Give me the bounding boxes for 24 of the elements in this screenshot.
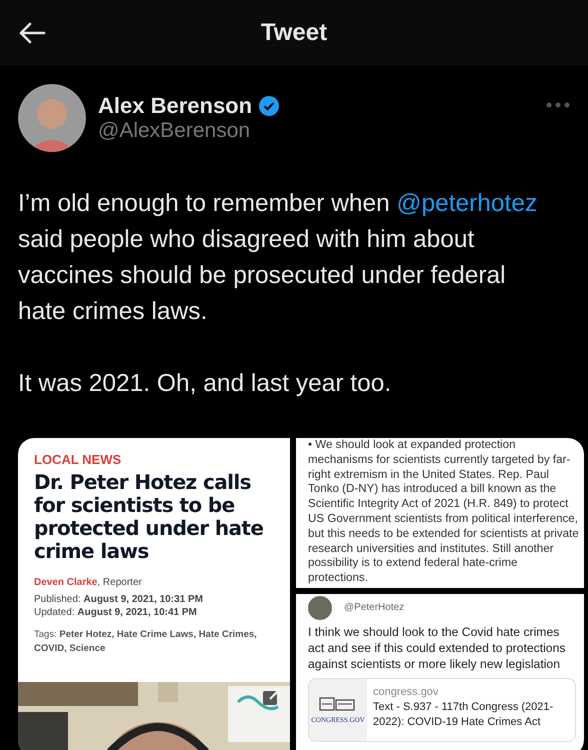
avatar [308, 596, 332, 620]
section-label: LOCAL NEWS [34, 452, 122, 467]
tweet-text: It was 2021. Oh, and last year too. [18, 369, 392, 399]
article-screenshot[interactable] [18, 438, 290, 750]
published-date: Published: August 9, 2021, 10:31 PM [34, 594, 204, 605]
quoted-handle: @PeterHotez [344, 602, 404, 614]
byline: Deven Clarke, Reporter [34, 577, 143, 588]
avatar[interactable] [18, 84, 86, 152]
document-text: • We should look at expanded protection mechanisms for scientists currently targeted by far-right extremism in the United States. Rep. Paul Tonko (D-NY) has introduced a bill known as the Scientific Integrity Act of 2021 (H.R. 849) to protect US Government scientists from political interference, but this needs to be extended for scientists at private research universities and institutes. Still another possibility is to extend federal hate-crime protections. [308, 438, 580, 586]
back-arrow-icon[interactable] [18, 22, 46, 44]
article-headline: Dr. Peter Hotez calls for scientists to be protected under hate crime laws [34, 471, 264, 563]
page-title: Tweet [260, 19, 328, 47]
mention-link[interactable]: @peterhotez [396, 190, 538, 217]
more-options-icon[interactable] [546, 102, 570, 108]
updated-date: Updated: August 9, 2021, 10:41 PM [34, 607, 198, 618]
article-tags: Tags: Peter Hotez, Hate Crime Laws, Hate Crimes, COVID, Science [34, 628, 274, 656]
author-name[interactable]: Alex Berenson [98, 93, 252, 119]
author-handle[interactable]: @AlexBerenson [98, 119, 534, 143]
link-title: Text - S.937 - 117th Congress (2021-2022): COVID-19 Hate Crimes Act [373, 700, 554, 730]
link-domain: congress.gov [373, 684, 440, 700]
tweet-text: I’m old enough to remember when @peterhotez said people who disagreed with him about vaccines should be prosecuted under federal hate crimes laws. [18, 189, 538, 327]
quoted-tweet-text: I think we should look to the Covid hate crimes act and see if this could extended to protections against scientists or more likely new legislation [308, 624, 566, 672]
share-icon[interactable] [262, 688, 282, 706]
tweet-screenshot[interactable] [296, 594, 584, 750]
